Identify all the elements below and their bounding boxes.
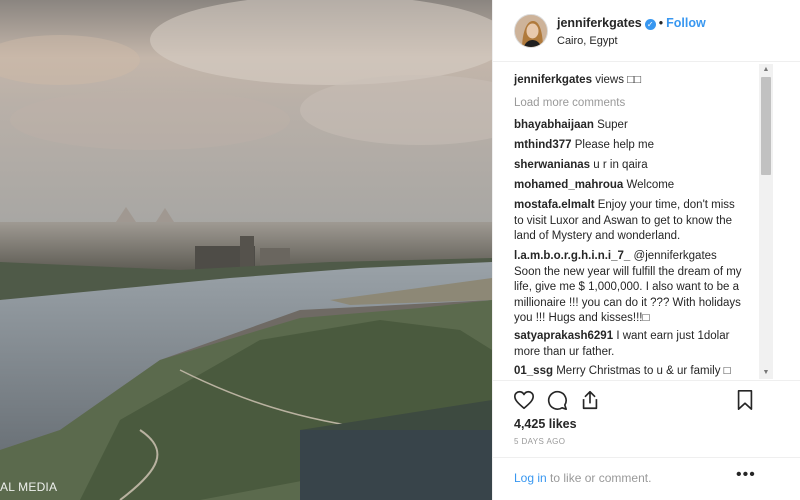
comment-item: mthind377 Please help me bbox=[514, 138, 746, 154]
comment-item: mostafa.elmalt Enjoy your time, don't mi… bbox=[514, 198, 746, 245]
comment-username[interactable]: bhayabhaijaan bbox=[514, 119, 594, 131]
comments-list[interactable]: jenniferkgates views □□ Load more commen… bbox=[493, 62, 800, 380]
media-watermark: AL MEDIA bbox=[0, 480, 58, 494]
comment-username[interactable]: 01_ssg bbox=[514, 365, 553, 377]
comment-text: Welcome bbox=[626, 179, 675, 191]
comment-item: 01_ssg Merry Christmas to u & ur family … bbox=[514, 364, 746, 380]
load-more-comments-button[interactable]: Load more comments bbox=[514, 97, 625, 109]
comment-username[interactable]: mostafa.elmalt bbox=[514, 199, 595, 211]
comment-text: Merry Christmas to u & ur family □ bbox=[556, 365, 731, 377]
scroll-up-arrow-icon[interactable]: ▲ bbox=[759, 64, 773, 76]
comment-item: mohamed_mahroua Welcome bbox=[514, 178, 746, 194]
comment-username[interactable]: sherwanianas bbox=[514, 159, 590, 171]
comment-username[interactable]: satyaprakash6291 bbox=[514, 330, 613, 342]
comment-button[interactable] bbox=[546, 389, 568, 411]
bookmark-icon bbox=[737, 390, 753, 410]
login-prompt: Log in to like or comment. bbox=[514, 471, 651, 485]
comment-text: Please help me bbox=[574, 139, 654, 151]
like-button[interactable] bbox=[513, 389, 535, 411]
avatar[interactable] bbox=[514, 14, 548, 48]
comment-item: satyaprakash6291 I want earn just 1dolar… bbox=[514, 329, 746, 360]
likes-count[interactable]: 4,425 likes bbox=[514, 417, 577, 431]
action-bar bbox=[493, 380, 800, 418]
comment-icon bbox=[547, 390, 567, 410]
post-user-line: jenniferkgates ✓ • Follow bbox=[557, 16, 706, 30]
more-options-icon[interactable]: ••• bbox=[736, 466, 756, 484]
post-timestamp[interactable]: 5 DAYS AGO bbox=[514, 437, 565, 446]
login-link[interactable]: Log in bbox=[514, 471, 547, 485]
follow-button[interactable]: Follow bbox=[666, 16, 706, 30]
caption: jenniferkgates views □□ bbox=[514, 73, 746, 89]
save-button[interactable] bbox=[734, 389, 756, 411]
post-header: jenniferkgates ✓ • Follow Cairo, Egypt bbox=[493, 0, 800, 62]
comment-text: u r in qaira bbox=[593, 159, 648, 171]
caption-text: views □□ bbox=[595, 74, 642, 86]
comment-item: bhayabhaijaan Super bbox=[514, 118, 746, 134]
share-button[interactable] bbox=[579, 389, 601, 411]
profile-photo bbox=[515, 15, 547, 47]
verified-badge-icon: ✓ bbox=[644, 19, 656, 30]
post-username[interactable]: jenniferkgates bbox=[557, 16, 642, 30]
comment-username[interactable]: l.a.m.b.o.r.g.h.i.n.i_7_ bbox=[514, 250, 630, 262]
heart-icon bbox=[514, 390, 534, 410]
post-photo[interactable]: AL MEDIA bbox=[0, 0, 492, 500]
scroll-down-arrow-icon[interactable]: ▼ bbox=[759, 367, 773, 379]
scrollbar-thumb[interactable] bbox=[761, 77, 771, 175]
login-footer: Log in to like or comment. ••• bbox=[493, 457, 800, 500]
caption-username[interactable]: jenniferkgates bbox=[514, 74, 592, 86]
comment-item: l.a.m.b.o.r.g.h.i.n.i_7_ @jenniferkgates… bbox=[514, 249, 746, 327]
location-link[interactable]: Cairo, Egypt bbox=[557, 35, 618, 47]
comment-text: Super bbox=[597, 119, 628, 131]
login-prompt-suffix: to like or comment. bbox=[546, 471, 652, 485]
comment-item: sherwanianas u r in qaira bbox=[514, 158, 746, 174]
comment-username[interactable]: mthind377 bbox=[514, 139, 572, 151]
cairo-aerial-photo bbox=[0, 0, 492, 500]
separator-dot: • bbox=[658, 16, 664, 30]
post-sidebar: jenniferkgates ✓ • Follow Cairo, Egypt jenn… bbox=[492, 0, 800, 500]
comments-scrollbar[interactable]: ▲ ▼ bbox=[759, 64, 773, 379]
comment-username[interactable]: mohamed_mahroua bbox=[514, 179, 623, 191]
share-icon bbox=[582, 390, 598, 410]
